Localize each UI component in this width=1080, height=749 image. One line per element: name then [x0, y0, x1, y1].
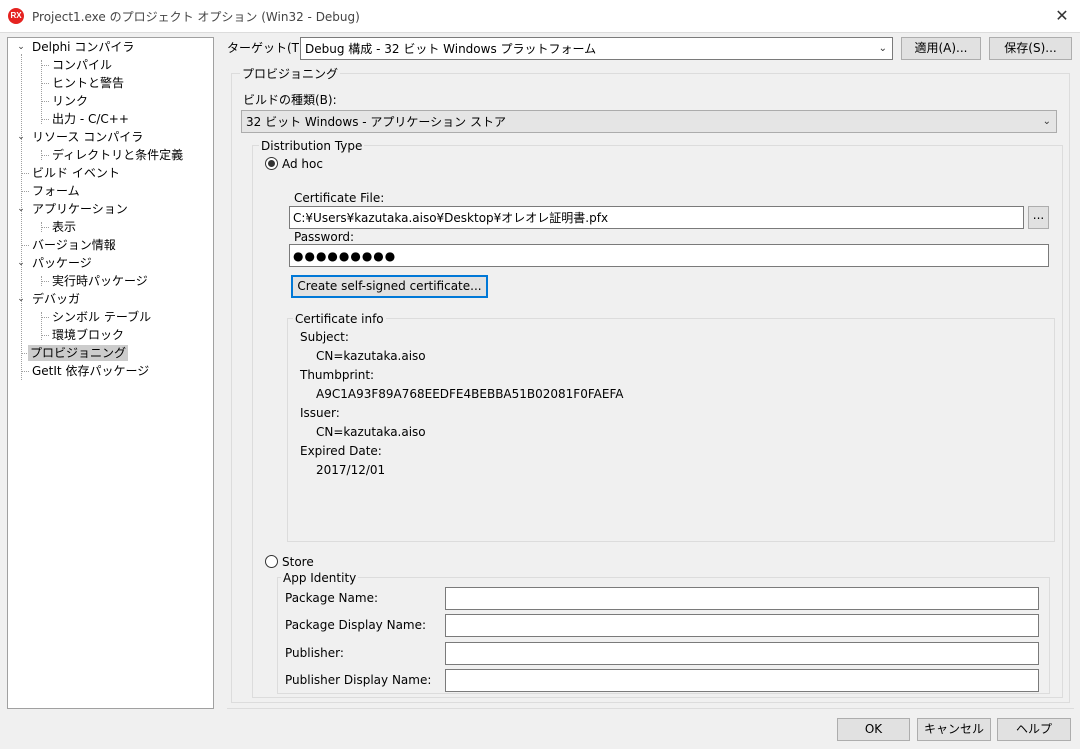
app-logo-icon: RX [8, 8, 24, 24]
subject-label: Subject: [300, 330, 349, 344]
password-input[interactable]: ●●●●●●●●● [289, 244, 1049, 267]
tree-item-forms[interactable]: フォーム [30, 183, 82, 199]
password-label: Password: [294, 230, 355, 244]
package-name-input[interactable] [445, 587, 1039, 610]
publisher-display-name-input[interactable] [445, 669, 1039, 692]
chevron-down-icon[interactable]: ⌄ [16, 294, 26, 304]
close-icon[interactable]: ✕ [1045, 2, 1079, 30]
subject-value: CN=kazutaka.aiso [316, 349, 426, 363]
package-name-label: Package Name: [285, 591, 378, 605]
password-value: ●●●●●●●●● [293, 249, 397, 263]
target-select-value: Debug 構成 - 32 ビット Windows プラットフォーム [305, 42, 597, 56]
build-type-label: ビルドの種類(B): [243, 93, 337, 107]
ok-button[interactable]: OK [837, 718, 910, 741]
browse-button[interactable]: ... [1028, 206, 1049, 229]
app-identity-title: App Identity [281, 570, 359, 586]
build-type-select[interactable]: 32 ビット Windows - アプリケーション ストア ⌄ [241, 110, 1057, 133]
help-button[interactable]: ヘルプ [997, 718, 1071, 741]
certificate-file-value: C:¥Users¥kazutaka.aiso¥Desktop¥オレオレ証明書.p… [293, 211, 609, 225]
provisioning-group-title: プロビジョニング [240, 66, 341, 82]
tree-item-runtime-packages[interactable]: 実行時パッケージ [50, 273, 150, 289]
window-title: Project1.exe のプロジェクト オプション (Win32 - Debu… [32, 10, 360, 24]
adhoc-radio[interactable] [265, 157, 278, 170]
tree-item-environment-block[interactable]: 環境ブロック [50, 327, 126, 343]
tree-item-compile[interactable]: コンパイル [50, 57, 114, 73]
tree-item-resource-compiler[interactable]: リソース コンパイラ [30, 129, 145, 145]
tree-item-delphi-compiler[interactable]: Delphi コンパイラ [30, 39, 136, 55]
target-label: ターゲット(T): [227, 41, 308, 55]
tree-item-appearance[interactable]: 表示 [50, 219, 78, 235]
build-type-select-value: 32 ビット Windows - アプリケーション ストア [246, 115, 506, 129]
save-button[interactable]: 保存(S)... [989, 37, 1072, 60]
publisher-display-name-label: Publisher Display Name: [285, 673, 432, 687]
apply-button[interactable]: 適用(A)... [901, 37, 981, 60]
publisher-label: Publisher: [285, 646, 344, 660]
certificate-file-label: Certificate File: [294, 191, 385, 205]
tree-item-hints-warnings[interactable]: ヒントと警告 [50, 75, 126, 91]
tree-item-packages[interactable]: パッケージ [30, 255, 94, 271]
expired-date-value: 2017/12/01 [316, 463, 386, 477]
chevron-down-icon: ⌄ [878, 43, 887, 54]
tree-item-directories-conditionals[interactable]: ディレクトリと条件定義 [50, 147, 185, 163]
adhoc-label[interactable]: Ad hoc [282, 156, 323, 172]
package-display-name-input[interactable] [445, 614, 1039, 637]
target-select[interactable]: Debug 構成 - 32 ビット Windows プラットフォーム ⌄ [300, 37, 893, 60]
package-display-name-label: Package Display Name: [285, 618, 427, 632]
create-self-signed-certificate-button[interactable]: Create self-signed certificate... [291, 275, 488, 298]
chevron-down-icon[interactable]: ⌄ [16, 42, 26, 52]
distribution-type-title: Distribution Type [259, 138, 365, 154]
title-bar: RX Project1.exe のプロジェクト オプション (Win32 - D… [0, 0, 1080, 32]
tree-item-provisioning[interactable]: プロビジョニング [28, 345, 129, 361]
tree-item-application[interactable]: アプリケーション [30, 201, 130, 217]
chevron-down-icon[interactable]: ⌄ [16, 258, 26, 268]
chevron-down-icon[interactable]: ⌄ [16, 132, 26, 142]
thumbprint-value: A9C1A93F89A768EEDFE4BEBBA51B02081F0FAEFA [316, 387, 624, 401]
store-label[interactable]: Store [282, 554, 314, 570]
tree-item-link[interactable]: リンク [50, 93, 90, 109]
chevron-down-icon: ⌄ [1042, 116, 1051, 127]
tree-item-output-cpp[interactable]: 出力 - C/C++ [50, 111, 131, 127]
certificate-info-title: Certificate info [293, 311, 386, 327]
certificate-file-input[interactable]: C:¥Users¥kazutaka.aiso¥Desktop¥オレオレ証明書.p… [289, 206, 1024, 229]
issuer-value: CN=kazutaka.aiso [316, 425, 426, 439]
tree-item-version-info[interactable]: バージョン情報 [30, 237, 118, 253]
issuer-label: Issuer: [300, 406, 340, 420]
tree-item-build-events[interactable]: ビルド イベント [30, 165, 122, 181]
footer-divider [227, 708, 1074, 709]
expired-date-label: Expired Date: [300, 444, 382, 458]
options-tree[interactable]: ⌄ ⌄ ⌄ ⌄ ⌄ Delphi コンパイラ コンパイル ヒントと警告 リンク … [7, 37, 214, 709]
thumbprint-label: Thumbprint: [300, 368, 375, 382]
cancel-button[interactable]: キャンセル [917, 718, 991, 741]
tree-item-getit-dependencies[interactable]: GetIt 依存パッケージ [30, 363, 151, 379]
chevron-down-icon[interactable]: ⌄ [16, 204, 26, 214]
tree-item-symbol-tables[interactable]: シンボル テーブル [50, 309, 153, 325]
tree-item-debugger[interactable]: デバッガ [30, 291, 82, 307]
store-radio[interactable] [265, 555, 278, 568]
radio-selected-dot [268, 160, 275, 167]
publisher-input[interactable] [445, 642, 1039, 665]
